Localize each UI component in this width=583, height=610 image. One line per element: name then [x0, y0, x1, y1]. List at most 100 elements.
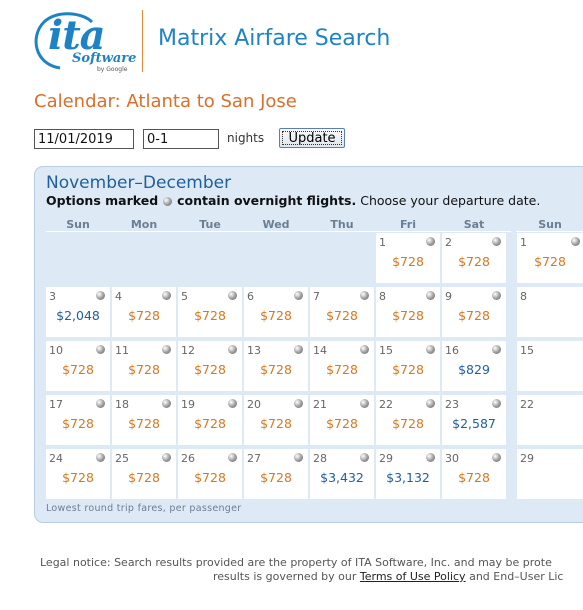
fare-link[interactable]: $728 — [112, 416, 176, 431]
fare-link[interactable]: $728 — [376, 416, 440, 431]
fare-link[interactable]: $728 — [112, 470, 176, 485]
update-button[interactable]: Update — [279, 128, 345, 148]
fare-link[interactable]: $829 — [442, 362, 506, 377]
calendar-day-cell[interactable]: 17 $728 — [46, 395, 110, 445]
nights-input[interactable] — [143, 129, 219, 149]
day-number: 17 — [49, 398, 63, 411]
fare-link[interactable]: $728 — [178, 416, 242, 431]
fare-link[interactable]: $728 — [244, 470, 308, 485]
fare-link[interactable]: $728 — [178, 362, 242, 377]
calendar-day-cell[interactable]: 1 $728 — [376, 233, 440, 283]
fare-link[interactable]: $728 — [178, 308, 242, 323]
fare-link[interactable]: $728 — [244, 416, 308, 431]
overnight-icon — [492, 345, 501, 354]
calendar-day-cell[interactable]: 10 $728 — [46, 341, 110, 391]
calendar-day-cell[interactable]: 13 $728 — [244, 341, 308, 391]
calendar-day-cell[interactable]: 19 $728 — [178, 395, 242, 445]
fare-link[interactable]: $728 — [46, 470, 110, 485]
overnight-icon — [360, 399, 369, 408]
day-number: 29 — [379, 452, 393, 465]
calendar-day-cell[interactable]: 24 $728 — [46, 449, 110, 499]
fare-link[interactable]: $728 — [376, 362, 440, 377]
calendar-day-cell[interactable]: 18 $728 — [112, 395, 176, 445]
overnight-icon — [162, 345, 171, 354]
calendar-day-cell[interactable]: 25 $728 — [112, 449, 176, 499]
day-number: 19 — [181, 398, 195, 411]
terms-of-use-link[interactable]: Terms of Use Policy — [360, 570, 466, 583]
fare-link[interactable]: $728 — [178, 470, 242, 485]
calendar-day-cell[interactable]: 28 $3,432 — [310, 449, 374, 499]
calendar-day-cell-next-month: 8 — [517, 287, 583, 337]
fare-link[interactable]: $728 — [112, 362, 176, 377]
fare-link[interactable]: $728 — [310, 362, 374, 377]
legal-notice-line1: Legal notice: Search results provided ar… — [40, 556, 552, 569]
day-number: 24 — [49, 452, 63, 465]
overnight-icon — [426, 345, 435, 354]
fare-link[interactable]: $3,132 — [376, 470, 440, 485]
calendar-day-cell[interactable]: 3 $2,048 — [46, 287, 110, 337]
calendar-day-cell[interactable]: 23 $2,587 — [442, 395, 506, 445]
header-divider-line-next — [516, 231, 583, 232]
overnight-icon — [492, 291, 501, 300]
overnight-icon — [96, 399, 105, 408]
fare-link[interactable]: $728 — [46, 416, 110, 431]
calendar-day-cell[interactable]: 26 $728 — [178, 449, 242, 499]
fare-footnote: Lowest round trip fares, per passenger — [46, 503, 242, 514]
day-number: 23 — [445, 398, 459, 411]
calendar-day-cell[interactable]: 15 $728 — [376, 341, 440, 391]
fare-link[interactable]: $728 — [112, 308, 176, 323]
calendar-day-cell[interactable]: 2 $728 — [442, 233, 506, 283]
calendar-day-cell[interactable]: 29 $3,132 — [376, 449, 440, 499]
fare-link[interactable]: $728 — [46, 362, 110, 377]
calendar-day-cell[interactable]: 12 $728 — [178, 341, 242, 391]
calendar-day-cell[interactable]: 21 $728 — [310, 395, 374, 445]
overnight-icon — [228, 345, 237, 354]
calendar-day-cell[interactable]: 30 $728 — [442, 449, 506, 499]
day-number: 26 — [181, 452, 195, 465]
overnight-icon — [360, 453, 369, 462]
calendar-day-cell[interactable]: 4 $728 — [112, 287, 176, 337]
day-number: 15 — [520, 344, 534, 357]
fare-link[interactable]: $2,587 — [442, 416, 506, 431]
fare-link[interactable]: $728 — [310, 416, 374, 431]
calendar-day-cell[interactable]: 22 $728 — [376, 395, 440, 445]
fare-link[interactable]: $728 — [442, 470, 506, 485]
note-rest: Choose your departure date. — [360, 193, 541, 208]
calendar-day-cell[interactable]: 11 $728 — [112, 341, 176, 391]
fare-link[interactable]: $728 — [244, 362, 308, 377]
calendar-day-cell[interactable]: 27 $728 — [244, 449, 308, 499]
calendar-empty-cell — [244, 233, 308, 283]
departure-date-input[interactable] — [34, 129, 134, 149]
calendar-day-cell[interactable]: 5 $728 — [178, 287, 242, 337]
day-number: 27 — [247, 452, 261, 465]
day-number: 25 — [115, 452, 129, 465]
fare-link[interactable]: $728 — [244, 308, 308, 323]
overnight-icon — [96, 345, 105, 354]
day-number: 11 — [115, 344, 129, 357]
overnight-icon — [426, 399, 435, 408]
calendar-day-cell-next-month[interactable]: 1 $728 — [517, 233, 583, 283]
fare-link[interactable]: $2,048 — [46, 308, 110, 323]
calendar-day-cell[interactable]: 8 $728 — [376, 287, 440, 337]
day-number: 1 — [520, 236, 527, 249]
overnight-icon — [228, 453, 237, 462]
logo-software-text: Software — [72, 51, 137, 66]
calendar-day-cell[interactable]: 6 $728 — [244, 287, 308, 337]
calendar-day-cell[interactable]: 9 $728 — [442, 287, 506, 337]
fare-link[interactable]: $728 — [442, 254, 506, 269]
overnight-icon — [228, 291, 237, 300]
calendar-day-cell[interactable]: 16 $829 — [442, 341, 506, 391]
calendar-day-cell[interactable]: 14 $728 — [310, 341, 374, 391]
fare-link[interactable]: $728 — [517, 254, 583, 269]
fare-link[interactable]: $728 — [310, 308, 374, 323]
day-number: 8 — [379, 290, 386, 303]
fare-link[interactable]: $728 — [442, 308, 506, 323]
fare-link[interactable]: $728 — [376, 308, 440, 323]
legal-prefix: results is governed by our — [213, 570, 357, 583]
app-title[interactable]: Matrix Airfare Search — [158, 26, 390, 51]
calendar-day-cell-next-month: 22 — [517, 395, 583, 445]
fare-link[interactable]: $728 — [376, 254, 440, 269]
fare-link[interactable]: $3,432 — [310, 470, 374, 485]
calendar-day-cell[interactable]: 7 $728 — [310, 287, 374, 337]
calendar-day-cell[interactable]: 20 $728 — [244, 395, 308, 445]
